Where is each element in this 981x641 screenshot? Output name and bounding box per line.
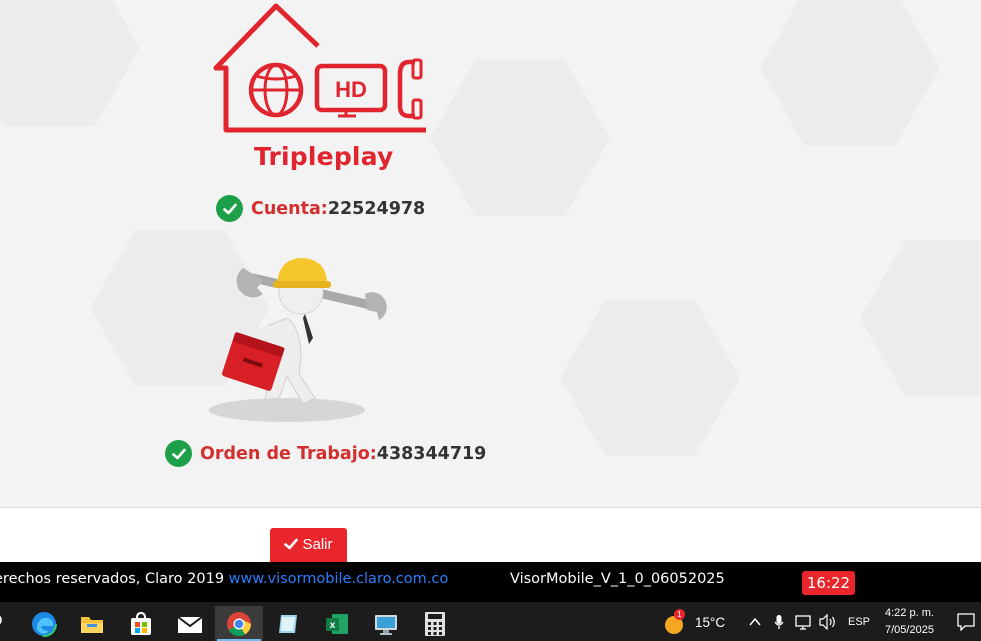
action-bar: Salir <box>0 508 981 562</box>
logo-hd-text: HD <box>335 77 367 102</box>
background-pattern <box>760 0 940 146</box>
exit-button-label: Salir <box>302 535 333 553</box>
background-pattern <box>0 0 140 126</box>
search-icon[interactable] <box>0 614 4 630</box>
work-order-value: 438344719 <box>376 443 487 464</box>
remote-desktop-icon[interactable] <box>362 606 410 641</box>
mail-icon[interactable] <box>166 606 214 641</box>
temperature: 15°C <box>695 615 726 630</box>
background-pattern <box>560 300 740 456</box>
brand-name: Tripleplay <box>254 142 394 171</box>
account-value: 22524978 <box>327 198 426 219</box>
system-date[interactable]: 7/05/2025 <box>885 624 934 636</box>
notifications-icon[interactable] <box>957 613 975 631</box>
check-icon <box>165 440 192 467</box>
background-pattern <box>860 240 981 396</box>
work-order-row: Orden de Trabajo: 438344719 <box>165 440 486 467</box>
excel-icon[interactable]: x <box>313 606 361 641</box>
work-order-label: Orden de Trabajo: <box>200 443 377 464</box>
account-row: Cuenta: 22524978 <box>216 195 425 222</box>
chevron-up-icon[interactable] <box>749 617 761 626</box>
store-icon[interactable] <box>117 606 165 641</box>
app-version: VisorMobile_V_1_0_06052025 <box>510 571 725 587</box>
footer: erechos reservados, Claro 2019 www.visor… <box>0 562 981 602</box>
weather-widget[interactable]: 1 <box>662 609 686 640</box>
tripleplay-logo: HD <box>213 3 426 133</box>
calculator-icon[interactable] <box>411 606 459 641</box>
check-icon <box>216 195 243 222</box>
copyright-text: erechos reservados, Claro 2019 <box>0 571 229 587</box>
network-icon[interactable] <box>795 615 813 631</box>
weather-badge: 1 <box>674 609 685 620</box>
notes-icon[interactable] <box>264 606 312 641</box>
check-icon <box>284 538 299 550</box>
session-clock: 16:22 <box>802 571 855 595</box>
microphone-icon[interactable] <box>774 614 784 630</box>
edge-icon[interactable] <box>20 606 68 641</box>
svg-text:x: x <box>330 620 336 631</box>
system-time[interactable]: 4:22 p. m. <box>885 607 934 619</box>
footer-link[interactable]: www.visormobile.claro.com.co <box>229 571 449 587</box>
technician-illustration <box>209 258 387 422</box>
background-pattern <box>430 60 610 216</box>
main-content: HD Tripleplay Cuenta: 22524978 Orden de … <box>0 0 981 507</box>
volume-icon[interactable] <box>819 614 837 630</box>
input-language[interactable]: ESP <box>848 616 870 628</box>
account-label: Cuenta: <box>251 198 328 219</box>
chrome-icon[interactable] <box>215 606 263 641</box>
footer-copyright: erechos reservados, Claro 2019 www.visor… <box>0 571 448 587</box>
file-explorer-icon[interactable] <box>68 606 116 641</box>
exit-button[interactable]: Salir <box>270 528 347 562</box>
windows-taskbar: x 1 15°C ESP 4:22 p. m. 7/05/2025 <box>0 602 981 641</box>
